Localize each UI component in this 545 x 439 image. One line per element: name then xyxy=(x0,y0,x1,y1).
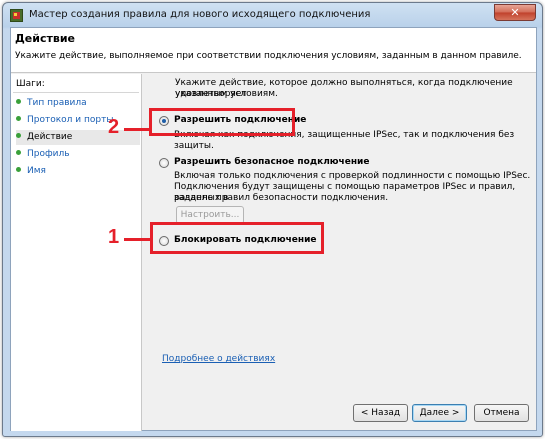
page-title: Действие xyxy=(15,32,75,45)
steps-panel: Шаги: Тип правила Протокол и порты Дейст… xyxy=(11,74,142,431)
step-name[interactable]: Имя xyxy=(16,164,140,179)
learn-more-link[interactable]: Подробнее о действиях xyxy=(162,354,275,364)
window-title: Мастер создания правила для нового исход… xyxy=(29,9,371,20)
annotation-line-1 xyxy=(124,238,151,241)
allow-secure-label[interactable]: Разрешить безопасное подключение xyxy=(174,157,369,167)
annotation-marker-2: 2 xyxy=(108,116,120,138)
wizard-header: Действие Укажите действие, выполняемое п… xyxy=(11,28,536,73)
steps-heading: Шаги: xyxy=(16,79,45,89)
title-bar[interactable]: Мастер создания правила для нового исход… xyxy=(3,3,542,28)
step-bullet-icon xyxy=(16,167,21,172)
step-rule-type[interactable]: Тип правила xyxy=(16,96,140,111)
next-button[interactable]: Далее > xyxy=(412,404,467,422)
highlight-allow-connection xyxy=(149,108,295,136)
step-protocol-ports[interactable]: Протокол и порты xyxy=(16,113,140,128)
step-label: Действие xyxy=(27,132,73,142)
highlight-block-connection xyxy=(150,222,324,254)
step-bullet-icon xyxy=(16,116,21,121)
step-label: Профиль xyxy=(27,149,70,159)
steps-divider xyxy=(13,92,139,93)
annotation-marker-1: 1 xyxy=(108,226,120,248)
wizard-window: Мастер создания правила для нового исход… xyxy=(2,2,543,437)
annotation-line-2 xyxy=(124,128,150,131)
step-action[interactable]: Действие xyxy=(16,130,140,145)
back-button[interactable]: < Назад xyxy=(353,404,408,422)
step-label: Протокол и порты xyxy=(27,115,114,125)
step-bullet-icon xyxy=(16,133,21,138)
step-label: Тип правила xyxy=(27,98,87,108)
step-bullet-icon xyxy=(16,99,21,104)
close-button[interactable]: ✕ xyxy=(494,4,536,21)
page-description: Укажите действие, выполняемое при соотве… xyxy=(15,51,522,61)
intro-text-line2: указанным условиям. xyxy=(175,89,278,99)
cancel-button[interactable]: Отмена xyxy=(474,404,529,422)
step-bullet-icon xyxy=(16,150,21,155)
allow-secure-desc-line3: разделе правил безопасности подключения. xyxy=(174,193,389,203)
step-label: Имя xyxy=(27,166,46,176)
allow-secure-desc-line1: Включая только подключения с проверкой п… xyxy=(174,171,531,181)
firewall-icon xyxy=(10,9,23,22)
step-profile[interactable]: Профиль xyxy=(16,147,140,162)
allow-secure-radio[interactable] xyxy=(159,158,169,168)
